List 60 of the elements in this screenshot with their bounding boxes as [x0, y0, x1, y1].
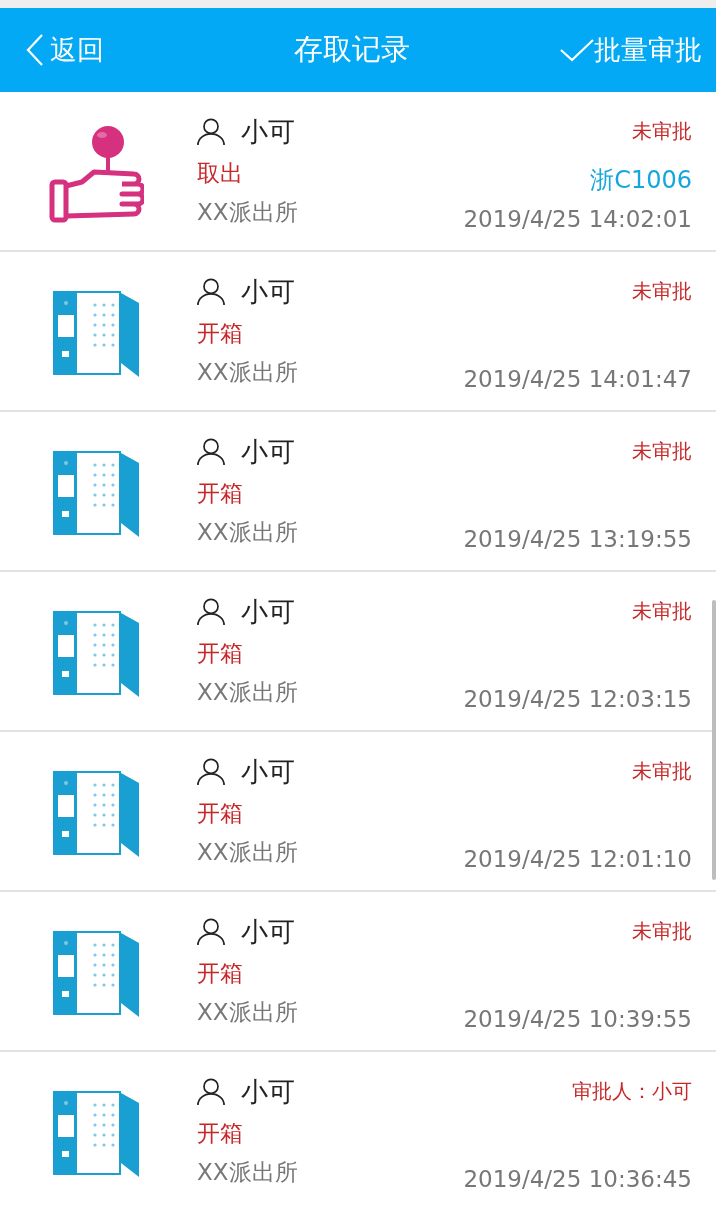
action-label: 开箱	[197, 639, 244, 668]
user-name: 小可	[241, 595, 295, 629]
cabinet-icon	[50, 289, 141, 379]
record-item[interactable]: 小可 开箱 XX派出所 未审批 2019/4/25 14:01:47	[0, 252, 716, 412]
cabinet-icon	[50, 1089, 141, 1179]
record-time: 2019/4/25 14:01:47	[463, 366, 692, 392]
station-name: XX派出所	[197, 838, 298, 867]
user-name: 小可	[241, 275, 295, 309]
back-icon	[26, 33, 44, 67]
approval-status: 审批人：小可	[572, 1078, 692, 1105]
record-item[interactable]: 小可 开箱 XX派出所 审批人：小可 2019/4/25 10:36:45	[0, 1052, 716, 1206]
station-name: XX派出所	[197, 678, 298, 707]
station-name: XX派出所	[197, 198, 298, 227]
user-icon	[197, 278, 225, 306]
record-item[interactable]: 小可 开箱 XX派出所 未审批 2019/4/25 12:01:10	[0, 732, 716, 892]
approval-status: 未审批	[632, 758, 692, 785]
user-icon	[197, 118, 225, 146]
user-name: 小可	[241, 435, 295, 469]
cabinet-icon	[50, 449, 141, 539]
user-icon	[197, 438, 225, 466]
action-label: 开箱	[197, 1119, 244, 1148]
record-time: 2019/4/25 14:02:01	[463, 206, 692, 232]
user-icon	[197, 598, 225, 626]
record-item[interactable]: 小可 开箱 XX派出所 未审批 2019/4/25 12:03:15	[0, 572, 716, 732]
check-icon	[560, 38, 594, 62]
record-time: 2019/4/25 13:19:55	[463, 526, 692, 552]
record-time: 2019/4/25 12:03:15	[463, 686, 692, 712]
user-name: 小可	[241, 115, 295, 149]
action-label: 开箱	[197, 319, 244, 348]
action-label: 开箱	[197, 479, 244, 508]
user-name: 小可	[241, 755, 295, 789]
record-time: 2019/4/25 12:01:10	[463, 846, 692, 872]
approval-status: 未审批	[632, 918, 692, 945]
cabinet-icon	[50, 769, 141, 859]
approval-status: 未审批	[632, 118, 692, 145]
user-name: 小可	[241, 1075, 295, 1109]
action-label: 取出	[197, 159, 244, 188]
action-label: 开箱	[197, 799, 244, 828]
user-name: 小可	[241, 915, 295, 949]
user-icon	[197, 758, 225, 786]
user-icon	[197, 1078, 225, 1106]
cabinet-icon	[50, 609, 141, 699]
hand-key-icon	[47, 124, 144, 224]
station-name: XX派出所	[197, 1158, 298, 1187]
approval-status: 未审批	[632, 278, 692, 305]
station-name: XX派出所	[197, 358, 298, 387]
user-icon	[197, 918, 225, 946]
approval-status: 未审批	[632, 598, 692, 625]
action-label: 开箱	[197, 959, 244, 988]
cabinet-icon	[50, 929, 141, 1019]
record-item[interactable]: 小可 取出 XX派出所 未审批 浙C1006 2019/4/25 14:02:01	[0, 92, 716, 252]
page-title: 存取记录	[294, 31, 410, 68]
record-item[interactable]: 小可 开箱 XX派出所 未审批 2019/4/25 10:39:55	[0, 892, 716, 1052]
plate-number: 浙C1006	[590, 165, 692, 196]
station-name: XX派出所	[197, 518, 298, 547]
record-time: 2019/4/25 10:36:45	[463, 1166, 692, 1192]
record-item[interactable]: 小可 开箱 XX派出所 未审批 2019/4/25 13:19:55	[0, 412, 716, 572]
station-name: XX派出所	[197, 998, 298, 1027]
approval-status: 未审批	[632, 438, 692, 465]
record-time: 2019/4/25 10:39:55	[463, 1006, 692, 1032]
